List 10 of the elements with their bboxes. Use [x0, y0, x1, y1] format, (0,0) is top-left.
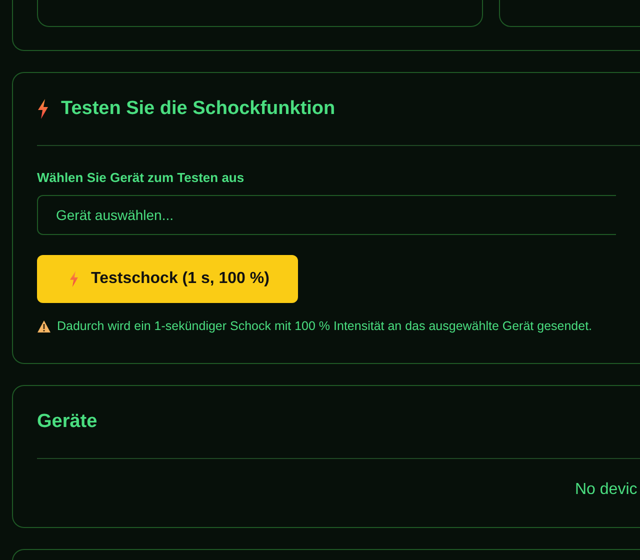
lightning-icon	[37, 99, 49, 119]
warning-text: Dadurch wird ein 1-sekündiger Schock mit 100 % Intensität an das ausgewählte Gerät gesendet.	[57, 319, 592, 333]
section-title: Geräte	[37, 411, 98, 433]
empty-message: No devic	[575, 481, 638, 499]
device-select[interactable]: Gerät auswählen...	[37, 195, 616, 235]
section-title: Testen Sie die Schockfunktion	[61, 98, 336, 120]
warning-icon	[37, 320, 51, 332]
lightning-icon	[69, 271, 79, 287]
field-label: Wählen Sie Gerät zum Testen aus	[37, 170, 246, 185]
test-shock-button[interactable]: Testschock (1 s, 100 %)	[37, 255, 298, 303]
